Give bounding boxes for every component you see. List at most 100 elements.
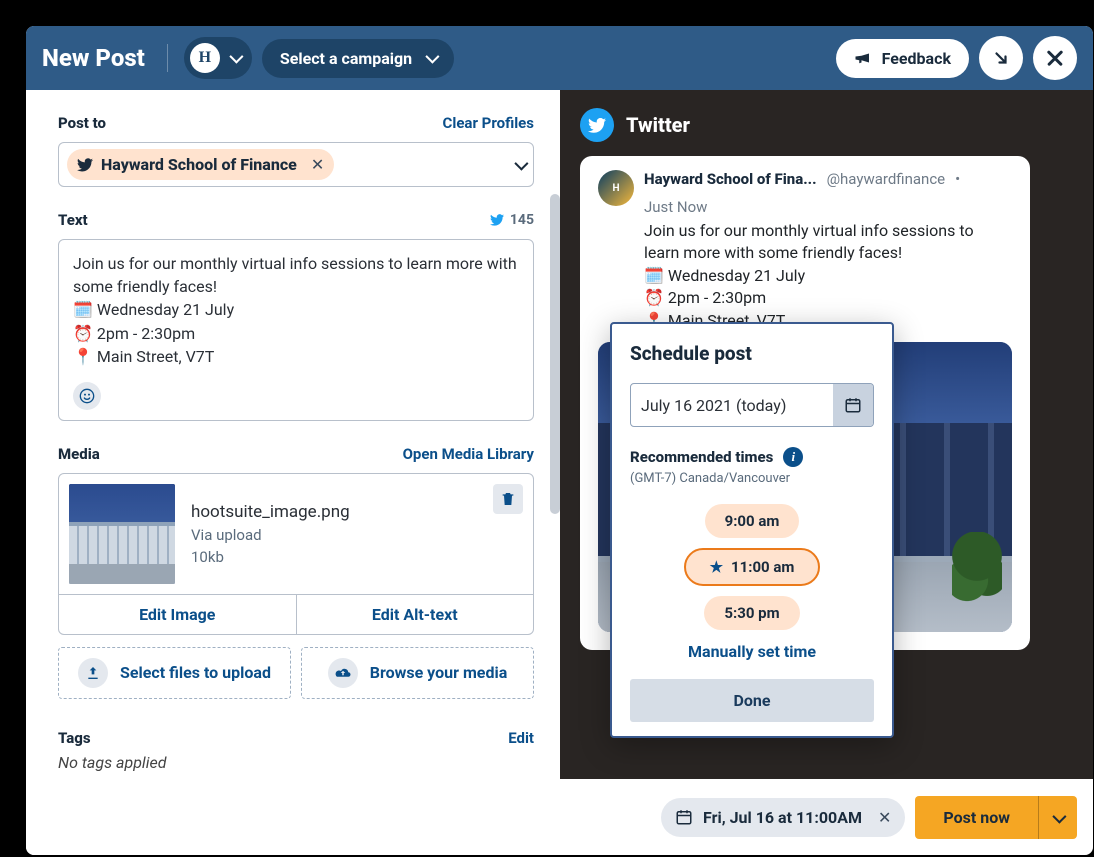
chevron-down-icon (514, 156, 528, 170)
schedule-date-value: July 16 2021 (today) (641, 396, 786, 415)
post-text-input[interactable]: Join us for our monthly virtual info ses… (73, 252, 519, 368)
cloud-icon (328, 658, 358, 688)
campaign-selector[interactable]: Select a campaign (262, 39, 454, 78)
schedule-done-button[interactable]: Done (630, 679, 874, 722)
recommended-times: 9:00 am ★ 11:00 am 5:30 pm Manually set … (630, 504, 874, 661)
arrow-down-right-icon (992, 49, 1010, 67)
edit-image-button[interactable]: Edit Image (59, 595, 296, 634)
calendar-icon (675, 808, 693, 826)
media-label: Media (58, 445, 100, 463)
schedule-title: Schedule post (630, 342, 874, 365)
time-option[interactable]: 5:30 pm (704, 596, 799, 630)
star-icon: ★ (710, 558, 723, 576)
media-thumbnail (69, 484, 175, 584)
account-handle: @haywardfinance (827, 170, 946, 188)
modal-title: New Post (42, 44, 145, 72)
tags-label: Tags (58, 729, 91, 747)
avatar: H (598, 170, 634, 206)
media-filename: hootsuite_image.png (191, 502, 350, 522)
scheduled-time-text: Fri, Jul 16 at 11:00AM (703, 808, 862, 827)
trash-icon (500, 491, 516, 507)
platform-header: Twitter (580, 108, 1073, 142)
post-options-dropdown[interactable] (1038, 796, 1077, 839)
campaign-label: Select a campaign (280, 49, 412, 68)
media-header: Media Open Media Library (58, 445, 534, 463)
tags-edit-link[interactable]: Edit (508, 729, 534, 747)
close-icon (1046, 49, 1064, 67)
close-button[interactable] (1033, 36, 1077, 80)
post-time: Just Now (644, 198, 707, 216)
recommended-header: Recommended times i (630, 447, 874, 467)
browse-media-label: Browse your media (370, 663, 508, 682)
recommended-label: Recommended times (630, 448, 773, 466)
upload-icon (78, 658, 108, 688)
clear-profiles-link[interactable]: Clear Profiles (443, 114, 534, 132)
browse-media-button[interactable]: Browse your media (301, 647, 534, 699)
compose-panel: Post to Clear Profiles Hayward School of… (26, 90, 560, 855)
info-button[interactable]: i (783, 447, 803, 467)
media-filesize: 10kb (191, 548, 350, 566)
time-option[interactable]: 9:00 am (705, 504, 800, 538)
twitter-platform-icon (580, 108, 614, 142)
account-name: Hayward School of Fina... (644, 170, 817, 188)
feedback-button[interactable]: Feedback (836, 39, 969, 78)
minimize-button[interactable] (979, 36, 1023, 80)
post-to-header: Post to Clear Profiles (58, 114, 534, 132)
time-option-selected[interactable]: ★ 11:00 am (684, 548, 821, 586)
profile-selector[interactable]: Hayward School of Finance ✕ (58, 142, 534, 187)
emoji-icon (79, 388, 95, 404)
post-now-label: Post now (915, 796, 1038, 839)
media-attachment-card: hootsuite_image.png Via upload 10kb Edit… (58, 473, 534, 635)
selected-profile-chip: Hayward School of Finance ✕ (67, 149, 334, 180)
schedule-popover: Schedule post July 16 2021 (today) Recom… (610, 322, 894, 738)
open-media-library-link[interactable]: Open Media Library (403, 445, 534, 463)
post-to-label: Post to (58, 114, 106, 132)
upload-options: Select files to upload Browse your media (58, 647, 534, 699)
scheduled-time-chip[interactable]: Fri, Jul 16 at 11:00AM ✕ (661, 798, 905, 837)
edit-alt-text-button[interactable]: Edit Alt-text (296, 595, 534, 634)
schedule-date-input[interactable]: July 16 2021 (today) (630, 383, 874, 427)
post-now-button[interactable]: Post now (915, 796, 1077, 839)
tweet-header: Hayward School of Fina... @haywardfinanc… (644, 170, 1012, 216)
profile-name: Hayward School of Finance (101, 155, 297, 174)
timezone-text: (GMT-7) Canada/Vancouver (630, 471, 874, 486)
brand-selector[interactable]: H (184, 37, 252, 79)
media-source: Via upload (191, 526, 350, 544)
emoji-picker-button[interactable] (73, 382, 101, 410)
manual-time-link[interactable]: Manually set time (688, 642, 816, 661)
delete-media-button[interactable] (493, 484, 523, 514)
calendar-button[interactable] (833, 384, 873, 426)
twitter-icon (77, 158, 93, 172)
chevron-down-icon (229, 50, 243, 64)
char-count-value: 145 (510, 212, 534, 228)
tags-empty-text: No tags applied (58, 753, 534, 772)
chevron-down-icon (425, 50, 439, 64)
time-option-label: 11:00 am (731, 558, 794, 576)
modal-header: New Post H Select a campaign Feedback (26, 26, 1093, 90)
chevron-down-icon (1052, 809, 1066, 823)
scrollbar[interactable] (550, 194, 560, 514)
tweet-text: Join us for our monthly virtual info ses… (644, 220, 1012, 332)
clear-schedule-button[interactable]: ✕ (878, 808, 891, 827)
twitter-icon (490, 214, 504, 226)
text-area-wrapper: Join us for our monthly virtual info ses… (58, 239, 534, 421)
tags-section: Tags Edit No tags applied (58, 729, 534, 772)
char-counter: 145 (490, 212, 534, 228)
compose-modal: New Post H Select a campaign Feedback Po… (26, 26, 1093, 855)
platform-name: Twitter (626, 113, 690, 137)
megaphone-icon (854, 50, 872, 66)
modal-footer: Fri, Jul 16 at 11:00AM ✕ Post now (560, 779, 1093, 855)
feedback-label: Feedback (882, 49, 951, 68)
select-files-button[interactable]: Select files to upload (58, 647, 291, 699)
brand-logo-icon: H (190, 43, 220, 73)
media-metadata: hootsuite_image.png Via upload 10kb (191, 484, 350, 584)
text-header: Text 145 (58, 211, 534, 229)
modal-body: Post to Clear Profiles Hayward School of… (26, 90, 1093, 855)
media-action-row: Edit Image Edit Alt-text (59, 594, 533, 634)
calendar-icon (844, 396, 862, 414)
divider (167, 44, 168, 72)
preview-panel: Twitter H Hayward School of Fina... @hay… (560, 90, 1093, 855)
remove-profile-button[interactable]: ✕ (311, 155, 324, 174)
select-files-label: Select files to upload (120, 663, 271, 682)
text-label: Text (58, 211, 88, 229)
